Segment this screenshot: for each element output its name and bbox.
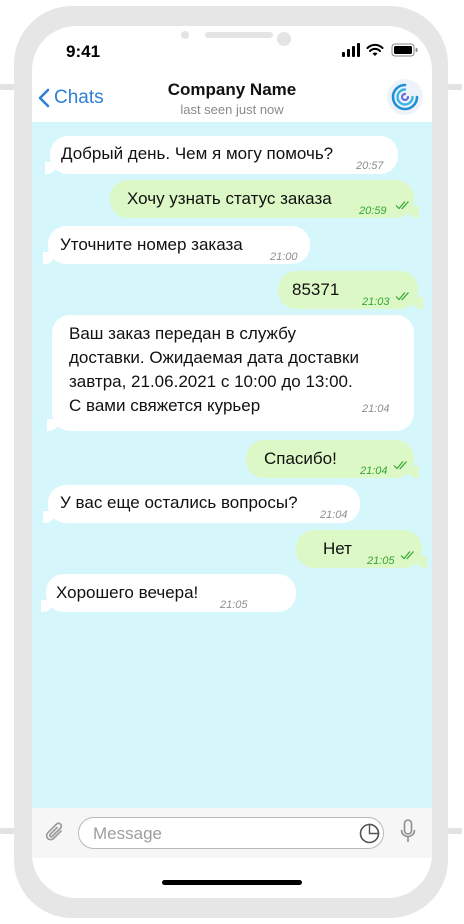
notch-speaker: [205, 32, 273, 38]
bubble-tail: [415, 556, 427, 568]
status-time: 9:41: [66, 42, 101, 61]
last-seen-status: last seen just now: [180, 102, 284, 117]
double-check-icon: [395, 292, 409, 301]
paperclip-icon[interactable]: [44, 820, 66, 846]
notch-dot: [181, 31, 189, 39]
message-text: У вас еще остались вопросы?: [60, 493, 298, 512]
double-check-icon: [393, 461, 407, 470]
message-incoming[interactable]: Хорошего вечера! 21:05: [41, 574, 296, 612]
wifi-icon: [366, 43, 384, 56]
chat-header: Chats Company Name last seen just now: [32, 72, 432, 122]
message-text: Ваш заказ передан в службу доставки. Ожи…: [69, 324, 359, 415]
message-placeholder: Message: [93, 824, 162, 843]
signal-icon: [342, 43, 360, 57]
message-text: Нет: [323, 539, 352, 558]
message-time: 21:03: [362, 296, 390, 308]
message-incoming[interactable]: Добрый день. Чем я могу помочь? 20:57: [45, 136, 398, 174]
message-time: 20:59: [359, 205, 387, 217]
message-time: 21:04: [320, 509, 348, 521]
home-indicator[interactable]: [162, 880, 302, 885]
message-incoming[interactable]: Уточните номер заказа 21:00: [43, 226, 310, 264]
bubble-tail: [41, 600, 53, 612]
message-input[interactable]: Message: [78, 817, 384, 849]
side-button: [0, 828, 14, 834]
message-time: 21:04: [360, 465, 388, 477]
message-text: 85371: [292, 280, 340, 299]
message-time: 21:05: [220, 599, 248, 611]
company-logo-icon: [391, 83, 419, 111]
chat-area[interactable]: Добрый день. Чем я могу помочь? 20:57 Хо…: [32, 122, 432, 808]
message-time: 21:04: [362, 403, 390, 415]
side-button: [0, 84, 14, 90]
bubble-tail: [45, 162, 57, 174]
bubble-tail: [47, 419, 59, 431]
message-incoming[interactable]: Ваш заказ передан в службу доставки. Ожи…: [47, 315, 414, 431]
message-text: Хочу узнать статус заказа: [127, 189, 332, 208]
bubble-tail: [43, 511, 55, 523]
message-text: Хорошего вечера!: [56, 583, 199, 602]
message-time: 21:00: [270, 251, 298, 263]
message-outgoing[interactable]: Хочу узнать статус заказа 20:59: [110, 180, 419, 218]
message-outgoing[interactable]: Спасибо! 21:04: [246, 440, 419, 478]
input-bar: Message: [32, 808, 432, 858]
sticker-icon[interactable]: [359, 823, 380, 844]
double-check-icon: [395, 201, 409, 210]
side-button: [448, 84, 462, 90]
message-time: 20:57: [356, 160, 384, 172]
double-check-icon: [400, 551, 414, 560]
status-icons: [342, 43, 422, 57]
bubble-tail: [43, 252, 55, 264]
message-text: Уточните номер заказа: [60, 235, 243, 254]
side-button: [448, 828, 462, 834]
message-outgoing[interactable]: Нет 21:05: [296, 530, 427, 568]
message-time: 21:05: [367, 555, 395, 567]
bubble-tail: [411, 297, 423, 309]
battery-icon: [391, 43, 418, 57]
message-text: Добрый день. Чем я могу помочь?: [61, 144, 334, 163]
chat-title[interactable]: Company Name: [32, 80, 432, 100]
message-outgoing[interactable]: 85371 21:03: [278, 271, 423, 309]
camera-dot: [277, 32, 291, 46]
microphone-icon[interactable]: [400, 819, 416, 847]
avatar[interactable]: [387, 79, 423, 115]
message-incoming[interactable]: У вас еще остались вопросы? 21:04: [43, 485, 360, 523]
message-text: Спасибо!: [264, 449, 337, 468]
